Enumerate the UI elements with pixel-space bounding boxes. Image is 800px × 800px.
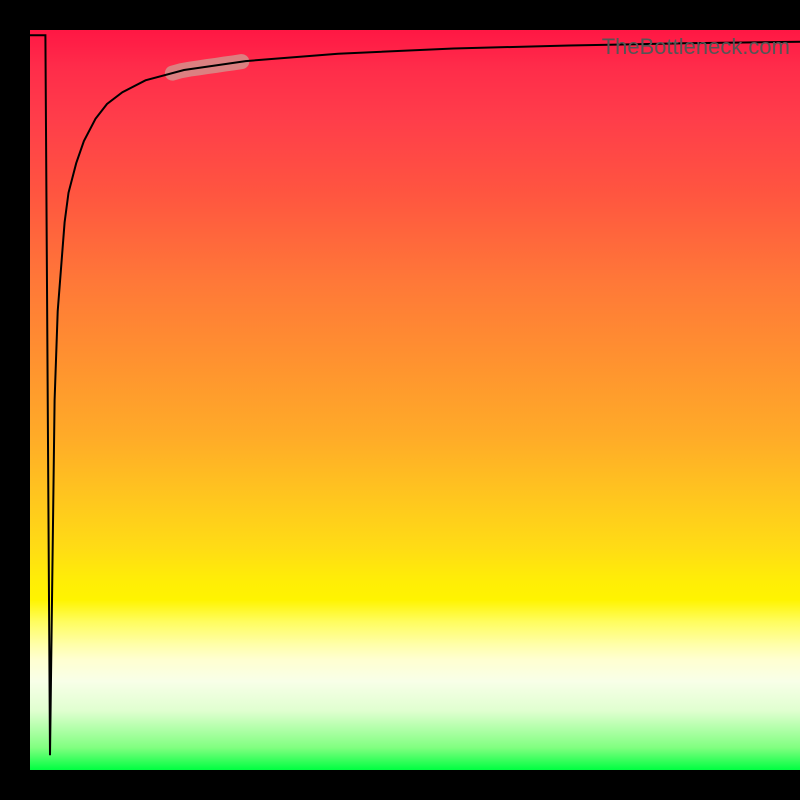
curve-svg — [30, 30, 800, 770]
chart-container: TheBottleneck.com — [0, 0, 800, 800]
plot-area: TheBottleneck.com — [30, 30, 800, 770]
watermark-text: TheBottleneck.com — [602, 34, 790, 60]
bottleneck-curve — [30, 35, 800, 755]
